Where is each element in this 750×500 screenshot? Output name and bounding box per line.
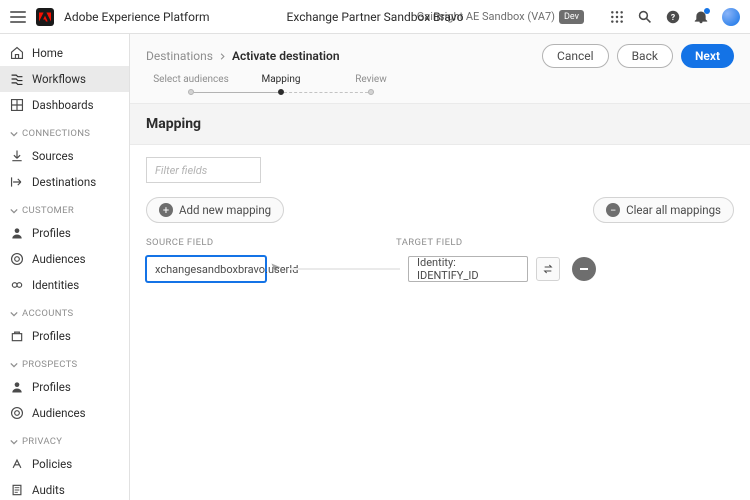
target-field-input[interactable]: Identity: IDENTIFY_ID — [408, 256, 528, 282]
notifications-icon[interactable] — [694, 10, 708, 24]
step-mapping[interactable]: Mapping — [236, 74, 326, 95]
sidebar-item-profiles[interactable]: Profiles — [0, 220, 129, 246]
sidebar-section-connections[interactable]: Connections — [0, 118, 129, 143]
swap-button[interactable] — [536, 257, 560, 281]
chevron-down-icon — [10, 361, 18, 369]
stepper: Select audiences Mapping Review — [130, 72, 750, 103]
minus-icon: − — [606, 203, 620, 217]
cursor-icon — [270, 262, 282, 277]
sidebar-item-label: Home — [32, 46, 63, 60]
main-content: Destinations Activate destination Cancel… — [130, 34, 750, 500]
audiences-icon — [10, 252, 24, 266]
mapping-arrow — [290, 268, 400, 270]
apps-icon[interactable] — [610, 10, 624, 24]
svg-text:?: ? — [671, 13, 675, 23]
sidebar-item-workflows[interactable]: Workflows — [0, 66, 129, 92]
audits-icon — [10, 483, 24, 497]
sidebar-item-destinations[interactable]: Destinations — [0, 169, 129, 195]
identities-icon — [10, 278, 24, 292]
sandbox-title: Exchange Partner Sandbox Bravo — [287, 10, 464, 24]
add-new-mapping-button[interactable]: + Add new mapping — [146, 197, 284, 223]
sidebar-item-identities[interactable]: Identities — [0, 272, 129, 298]
plus-icon: + — [159, 203, 173, 217]
dashboards-icon — [10, 98, 24, 112]
sidebar-section-prospects[interactable]: Prospects — [0, 349, 129, 374]
step-review[interactable]: Review — [326, 74, 416, 95]
cancel-button[interactable]: Cancel — [542, 44, 609, 68]
sidebar-item-prospect-profiles[interactable]: Profiles — [0, 374, 129, 400]
app-title: Adobe Experience Platform — [64, 10, 210, 24]
remove-mapping-button[interactable] — [572, 257, 596, 281]
help-icon[interactable]: ? — [666, 10, 680, 24]
source-field-header: SOURCE FIELD — [146, 237, 396, 248]
breadcrumb: Destinations Activate destination — [146, 49, 340, 63]
sidebar-item-sources[interactable]: Sources — [0, 143, 129, 169]
target-field-header: TARGET FIELD — [396, 237, 463, 248]
avatar[interactable] — [722, 8, 740, 26]
chevron-down-icon — [10, 130, 18, 138]
sidebar-item-dashboards[interactable]: Dashboards — [0, 92, 129, 118]
profiles-icon — [10, 226, 24, 240]
minus-icon — [580, 268, 588, 270]
sidebar-section-privacy[interactable]: Privacy — [0, 426, 129, 451]
destinations-icon — [10, 175, 24, 189]
topbar: Adobe Experience Platform Exchange Partn… — [0, 0, 750, 34]
swap-icon — [542, 263, 554, 275]
workflows-icon — [10, 72, 24, 86]
sidebar-section-accounts[interactable]: Accounts — [0, 298, 129, 323]
adobe-logo — [36, 8, 54, 26]
chevron-down-icon — [10, 310, 18, 318]
clear-all-mappings-button[interactable]: − Clear all mappings — [593, 197, 734, 223]
sidebar-item-prospect-audiences[interactable]: Audiences — [0, 400, 129, 426]
sidebar-item-home[interactable]: Home — [0, 40, 129, 66]
policies-icon — [10, 457, 24, 471]
back-button[interactable]: Back — [617, 44, 673, 68]
breadcrumb-destinations[interactable]: Destinations — [146, 49, 213, 63]
account-profiles-icon — [10, 329, 24, 343]
section-title: Mapping — [130, 103, 750, 145]
mapping-column-headers: SOURCE FIELD TARGET FIELD — [146, 237, 734, 248]
step-select-audiences[interactable]: Select audiences — [146, 74, 236, 95]
sidebar-item-audiences[interactable]: Audiences — [0, 246, 129, 272]
dev-badge: Dev — [559, 10, 584, 24]
filter-fields-input[interactable] — [146, 157, 261, 183]
prospect-audiences-icon — [10, 406, 24, 420]
sidebar-item-policies[interactable]: Policies — [0, 451, 129, 477]
chevron-down-icon — [10, 438, 18, 446]
mapping-row: xchangesandboxbravo.userId Identity: IDE… — [146, 256, 734, 282]
sidebar-section-customer[interactable]: Customer — [0, 195, 129, 220]
chevron-down-icon — [10, 207, 18, 215]
sources-icon — [10, 149, 24, 163]
sidebar-item-account-profiles[interactable]: Profiles — [0, 323, 129, 349]
sidebar-item-audits[interactable]: Audits — [0, 477, 129, 500]
next-button[interactable]: Next — [681, 44, 734, 68]
home-icon — [10, 46, 24, 60]
sidebar: Home Workflows Dashboards Connections So… — [0, 34, 130, 500]
chevron-right-icon — [219, 49, 226, 63]
breadcrumb-activate: Activate destination — [232, 49, 340, 63]
sidebar-item-label: Workflows — [32, 72, 86, 86]
sidebar-item-label: Dashboards — [32, 98, 94, 112]
page-header: Destinations Activate destination Cancel… — [130, 34, 750, 72]
menu-icon[interactable] — [10, 9, 26, 25]
source-field-input[interactable]: xchangesandboxbravo.userId — [146, 256, 266, 282]
search-icon[interactable] — [638, 10, 652, 24]
prospect-profiles-icon — [10, 380, 24, 394]
